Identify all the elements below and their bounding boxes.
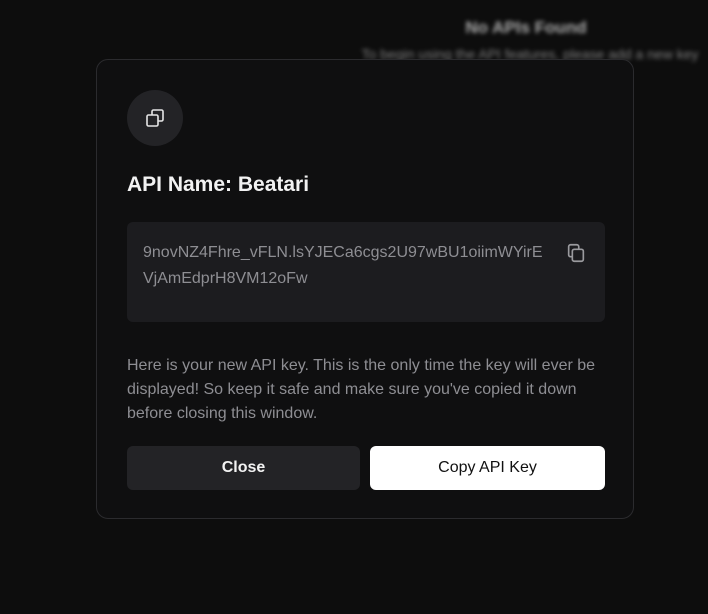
modal-header-icon-badge [127,90,183,146]
modal-description: Here is your new API key. This is the on… [127,357,596,422]
api-key-box: 9novNZ4Fhre_vFLN.lsYJECa6cgs2U97wBU1oiim… [127,222,605,322]
api-key-value[interactable]: 9novNZ4Fhre_vFLN.lsYJECa6cgs2U97wBU1oiim… [143,240,553,292]
copy-key-icon[interactable] [565,242,587,264]
close-button[interactable]: Close [127,446,360,490]
empty-state: No APIs Found To begin using the API fea… [300,18,708,62]
api-key-modal: API Name: Beatari 9novNZ4Fhre_vFLN.lsYJE… [96,59,634,519]
modal-title: API Name: Beatari [127,173,310,196]
empty-state-title: No APIs Found [465,18,587,37]
copy-api-key-button[interactable]: Copy API Key [370,446,605,490]
copy-icon [146,109,164,127]
